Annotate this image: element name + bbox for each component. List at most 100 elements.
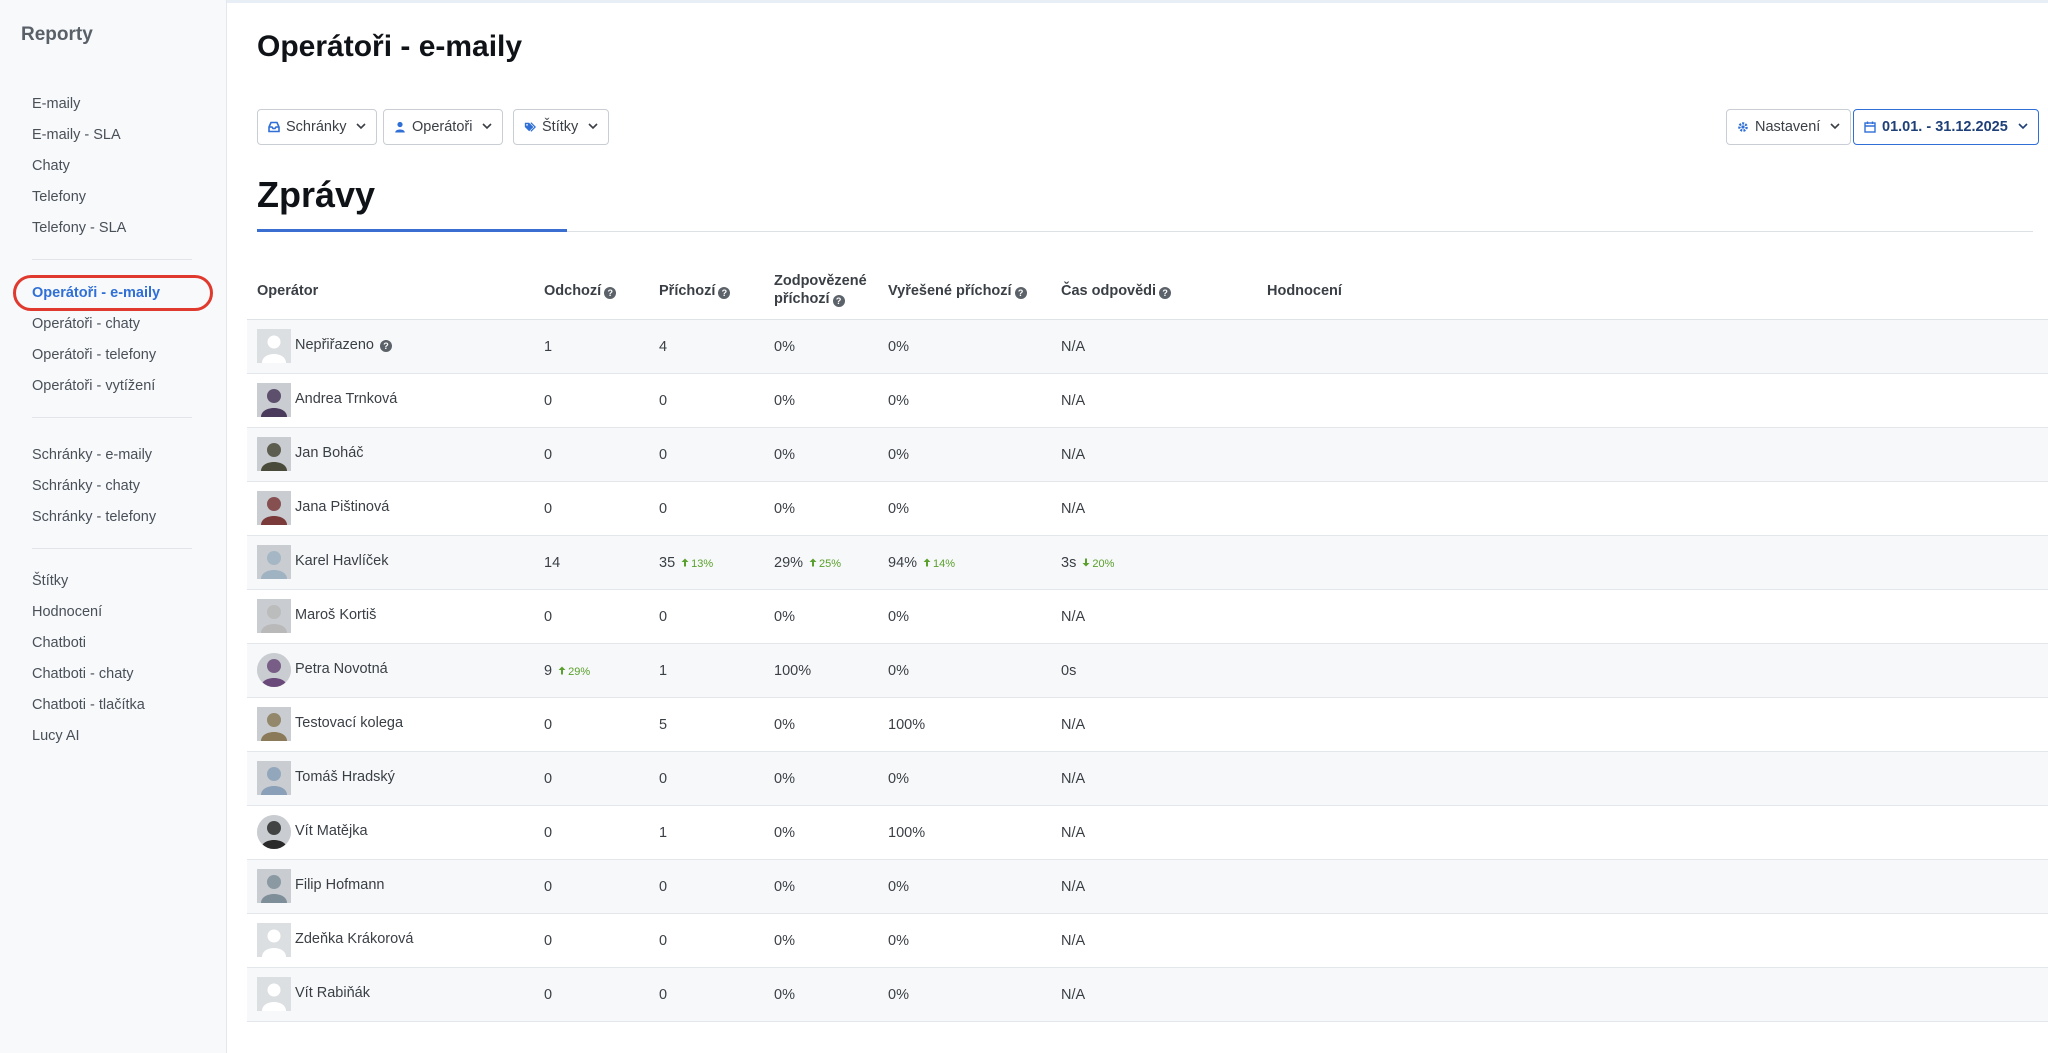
cell-incoming: 1 bbox=[659, 663, 668, 679]
sidebar-item-ratings[interactable]: Hodnocení bbox=[0, 597, 227, 628]
table-row[interactable]: Nepřiřazeno? 1 4 0% 0% N/A bbox=[247, 320, 2048, 374]
cell-answered: 0% bbox=[774, 933, 795, 949]
table-row[interactable]: Jana Pištinová 0 0 0% 0% N/A bbox=[247, 482, 2048, 536]
cell-response: N/A bbox=[1061, 933, 1086, 949]
table-row[interactable]: Petra Novotná 9 29% 1 100% 0% 0s bbox=[247, 644, 2048, 698]
cell-response: N/A bbox=[1061, 339, 1086, 355]
cell-outgoing: 14 bbox=[544, 555, 561, 571]
sidebar-item-chats[interactable]: Chaty bbox=[0, 151, 227, 182]
date-range-picker[interactable]: 01.01. - 31.12.2025 bbox=[1853, 109, 2039, 145]
header-incoming[interactable]: Příchozí? bbox=[659, 282, 731, 300]
settings-button[interactable]: Nastavení bbox=[1726, 109, 1852, 145]
sidebar-item-operators-phones[interactable]: Operátoři - telefony bbox=[0, 340, 227, 371]
sidebar-item-phones[interactable]: Telefony bbox=[0, 182, 227, 213]
trend-badge: 14% bbox=[923, 558, 955, 570]
table-row[interactable]: Karel Havlíček 14 35 13% 29% 25% 94% 14% 3s 20% bbox=[247, 536, 2048, 590]
header-answered[interactable]: Zodpovězené příchozí? bbox=[774, 272, 867, 308]
table-header: Operátor Odchozí? Příchozí? Zodpovězené p… bbox=[247, 262, 2048, 320]
sidebar-item-phones-sla[interactable]: Telefony - SLA bbox=[0, 213, 227, 244]
header-rating[interactable]: Hodnocení bbox=[1267, 282, 1342, 300]
help-icon[interactable]: ? bbox=[1159, 287, 1172, 299]
sidebar-divider bbox=[32, 548, 192, 549]
table-row[interactable]: Zdeňka Krákorová 0 0 0% 0% N/A bbox=[247, 914, 2048, 968]
help-icon[interactable]: ? bbox=[718, 287, 731, 299]
operators-filter-button[interactable]: Operátoři bbox=[383, 109, 504, 145]
cell-response: N/A bbox=[1061, 393, 1086, 409]
operator-name: Karel Havlíček bbox=[295, 553, 389, 569]
table-row[interactable]: Andrea Trnková 0 0 0% 0% N/A bbox=[247, 374, 2048, 428]
sidebar-item-lucy-ai[interactable]: Lucy AI bbox=[0, 721, 227, 752]
settings-label: Nastavení bbox=[1755, 119, 1821, 135]
operator-name: Andrea Trnková bbox=[295, 391, 398, 407]
active-item-highlight bbox=[13, 275, 213, 311]
cell-resolved: 0% bbox=[888, 987, 909, 1003]
operator-name: Vít Matějka bbox=[295, 823, 368, 839]
cell-incoming: 0 bbox=[659, 933, 668, 949]
table-row[interactable]: Vít Rabiňák 0 0 0% 0% N/A bbox=[247, 968, 2048, 1022]
operator-name: Maroš Kortiš bbox=[295, 607, 377, 623]
chevron-down-icon bbox=[482, 121, 493, 133]
tags-filter-button[interactable]: Štítky bbox=[513, 109, 610, 145]
cell-incoming: 1 bbox=[659, 825, 668, 841]
help-icon[interactable]: ? bbox=[832, 295, 845, 307]
header-response-time[interactable]: Čas odpovědi? bbox=[1061, 282, 1172, 300]
sidebar-item-emails-sla[interactable]: E-maily - SLA bbox=[0, 120, 227, 151]
gear-icon bbox=[1737, 121, 1749, 133]
operator-name: Petra Novotná bbox=[295, 661, 388, 677]
header-resolved[interactable]: Vyřešené příchozí? bbox=[888, 282, 1027, 300]
avatar bbox=[257, 977, 291, 1011]
table-row[interactable]: Filip Hofmann 0 0 0% 0% N/A bbox=[247, 860, 2048, 914]
table-row[interactable]: Jan Boháč 0 0 0% 0% N/A bbox=[247, 428, 2048, 482]
operators-filter-label: Operátoři bbox=[412, 119, 473, 135]
cell-answered: 0% bbox=[774, 393, 795, 409]
sidebar-item-chatbots-chats[interactable]: Chatboti - chaty bbox=[0, 659, 227, 690]
cell-outgoing: 0 bbox=[544, 825, 553, 841]
avatar bbox=[257, 545, 291, 579]
sidebar-item-mailboxes-chats[interactable]: Schránky - chaty bbox=[0, 471, 227, 502]
cell-resolved: 0% bbox=[888, 609, 909, 625]
cell-response: 0s bbox=[1061, 663, 1077, 679]
table-row[interactable]: Testovací kolega 0 5 0% 100% N/A bbox=[247, 698, 2048, 752]
header-operator[interactable]: Operátor bbox=[257, 282, 318, 300]
help-icon[interactable]: ? bbox=[380, 340, 392, 352]
cell-resolved: 94% 14% bbox=[888, 555, 956, 571]
trend-badge: 29% bbox=[558, 666, 590, 678]
avatar bbox=[257, 653, 291, 687]
sidebar-item-chatbots[interactable]: Chatboti bbox=[0, 628, 227, 659]
header-outgoing[interactable]: Odchozí? bbox=[544, 282, 617, 300]
table-body: Nepřiřazeno? 1 4 0% 0% N/A Andrea Trnková 0 0 0% 0… bbox=[247, 320, 2048, 1022]
arrow-up-icon bbox=[681, 558, 689, 570]
table-row[interactable]: Vít Matějka 0 1 0% 100% N/A bbox=[247, 806, 2048, 860]
sidebar-item-chatbots-buttons[interactable]: Chatboti - tlačítka bbox=[0, 690, 227, 721]
avatar bbox=[257, 329, 291, 363]
table-row[interactable]: Maroš Kortiš 0 0 0% 0% N/A bbox=[247, 590, 2048, 644]
sidebar-item-mailboxes-emails[interactable]: Schránky - e-maily bbox=[0, 440, 227, 471]
cell-response: N/A bbox=[1061, 501, 1086, 517]
sidebar-item-emails[interactable]: E-maily bbox=[0, 89, 227, 120]
cell-incoming: 0 bbox=[659, 879, 668, 895]
user-icon bbox=[394, 121, 406, 133]
help-icon[interactable]: ? bbox=[1014, 287, 1027, 299]
sidebar-divider bbox=[32, 259, 192, 260]
sidebar-item-operators-workload[interactable]: Operátoři - vytížení bbox=[0, 371, 227, 402]
cell-answered: 100% bbox=[774, 663, 812, 679]
trend-badge: 13% bbox=[681, 558, 713, 570]
sidebar-item-mailboxes-phones[interactable]: Schránky - telefony bbox=[0, 502, 227, 533]
avatar bbox=[257, 923, 291, 957]
table-row[interactable]: Tomáš Hradský 0 0 0% 0% N/A bbox=[247, 752, 2048, 806]
cell-response: N/A bbox=[1061, 609, 1086, 625]
sidebar-item-tags[interactable]: Štítky bbox=[0, 566, 227, 597]
sidebar-group: E-maily E-maily - SLA Chaty Telefony Telefon… bbox=[0, 89, 227, 244]
cell-resolved: 0% bbox=[888, 933, 909, 949]
cell-incoming: 4 bbox=[659, 339, 668, 355]
help-icon[interactable]: ? bbox=[604, 287, 617, 299]
cell-response: N/A bbox=[1061, 447, 1086, 463]
avatar bbox=[257, 707, 291, 741]
cell-answered: 0% bbox=[774, 987, 795, 1003]
sidebar-item-operators-chats[interactable]: Operátoři - chaty bbox=[0, 309, 227, 340]
mailboxes-filter-button[interactable]: Schránky bbox=[257, 109, 378, 145]
cell-outgoing: 0 bbox=[544, 393, 553, 409]
cell-response: N/A bbox=[1061, 879, 1086, 895]
sidebar-divider bbox=[32, 417, 192, 418]
operator-name: Tomáš Hradský bbox=[295, 769, 395, 785]
